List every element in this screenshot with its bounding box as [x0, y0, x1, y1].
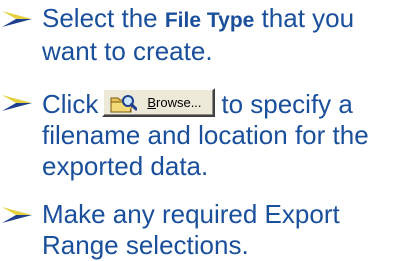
- browse-button[interactable]: Browse...: [102, 88, 216, 117]
- step-2-text: Click Browse... to specify a filename and…: [42, 88, 404, 182]
- arrow-bullet-icon: [2, 11, 32, 27]
- step-3-text: Make any required Export Range selection…: [42, 199, 340, 260]
- step-1-text: Select the File Type that you want to cr…: [42, 3, 404, 67]
- arrow-bullet-icon: [2, 95, 32, 111]
- step-2-text-before: Click: [42, 89, 99, 119]
- step-1-text-before: Select the: [42, 3, 165, 33]
- browse-folder-icon: [110, 95, 138, 113]
- arrow-bullet-icon: [2, 207, 32, 223]
- file-type-label: File Type: [164, 9, 255, 32]
- browse-button-label: Browse...: [147, 95, 202, 110]
